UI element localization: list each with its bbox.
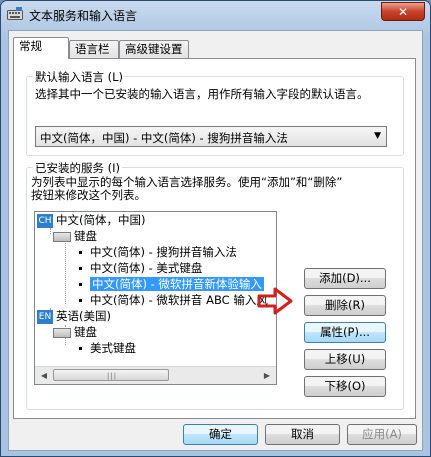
tree-line bbox=[65, 236, 66, 304]
tree-item[interactable]: 中文(简体) - 美式键盘 bbox=[79, 260, 202, 276]
keyboard-icon bbox=[53, 231, 71, 242]
default-language-description: 选择其中一个已安装的输入语言，用作所有输入字段的默认语言。 bbox=[35, 87, 369, 101]
tree-line bbox=[50, 228, 51, 234]
tree-horizontal-scrollbar[interactable]: ◀ ||| ▶ bbox=[35, 366, 276, 384]
dialog-client: 常规 语言栏 高级键设置 默认输入语言 (L) 选择其中一个已安装的输入语言，用… bbox=[8, 30, 423, 451]
scrollbar-thumb[interactable]: ||| bbox=[53, 369, 169, 381]
remove-button[interactable]: 删除(R) bbox=[304, 295, 386, 316]
properties-button[interactable]: 属性(P)... bbox=[304, 322, 386, 343]
ok-button[interactable]: 确定 bbox=[183, 424, 258, 445]
bullet-icon bbox=[79, 347, 82, 350]
tab-general[interactable]: 常规 bbox=[13, 37, 69, 59]
services-tree[interactable]: CH 中文(简体，中国) 键盘 中文(简体) - 搜狗拼音输入法 中文(简体) -… bbox=[34, 211, 277, 385]
tree-keyboard-english-label: 键盘 bbox=[74, 325, 97, 339]
tree-item[interactable]: 中文(简体) - 微软拼音 ABC 输入风 bbox=[79, 292, 268, 308]
tree-item-label: 中文(简体) - 美式键盘 bbox=[90, 261, 203, 275]
bullet-icon bbox=[79, 251, 82, 254]
keyboard-language-icon bbox=[7, 7, 23, 20]
scroll-left-icon[interactable]: ◀ bbox=[36, 368, 52, 383]
tab-advanced-key-settings[interactable]: 高级键设置 bbox=[119, 40, 189, 58]
tree-language-chinese-label: 中文(简体，中国) bbox=[56, 213, 146, 227]
installed-services-description-line2: 按钮来修改这个列表。 bbox=[31, 188, 146, 202]
dialog-window: 文本服务和输入语言 ✕ 常规 语言栏 高级键设置 默认输入语言 (L) 选择其中… bbox=[0, 0, 431, 457]
tree-keyboard-chinese-label: 键盘 bbox=[74, 229, 97, 243]
keyboard-icon bbox=[53, 327, 71, 338]
cancel-button[interactable]: 取消 bbox=[265, 424, 340, 445]
installed-services-group: 已安装的服务 (I) 为列表中显示的每个输入语言选择服务。使用“添加”和“删除”… bbox=[26, 160, 404, 410]
tree-language-english[interactable]: EN 英语(美国) bbox=[37, 308, 111, 324]
tree-item-selected[interactable]: 中文(简体) - 微软拼音新体验输入 bbox=[79, 276, 264, 292]
installed-services-label: 已安装的服务 (I) bbox=[33, 160, 123, 176]
window-title: 文本服务和输入语言 bbox=[29, 9, 138, 23]
bullet-icon bbox=[79, 267, 82, 270]
default-language-label: 默认输入语言 (L) bbox=[33, 69, 126, 85]
bullet-icon bbox=[79, 283, 82, 286]
tree-item-label: 中文(简体) - 搜狗拼音输入法 bbox=[90, 245, 237, 259]
move-up-button[interactable]: 上移(U) bbox=[304, 349, 386, 370]
default-language-group: 默认输入语言 (L) 选择其中一个已安装的输入语言，用作所有输入字段的默认语言。… bbox=[26, 69, 404, 156]
english-language-badge: EN bbox=[37, 309, 53, 324]
tree-keyboard-chinese[interactable]: 键盘 bbox=[53, 228, 97, 244]
tree-item[interactable]: 美式键盘 bbox=[79, 340, 136, 356]
move-down-button[interactable]: 下移(O) bbox=[304, 376, 386, 397]
tree-keyboard-english[interactable]: 键盘 bbox=[53, 324, 97, 340]
red-arrow-icon bbox=[257, 287, 293, 315]
scroll-right-icon[interactable]: ▶ bbox=[259, 368, 275, 383]
close-button[interactable]: ✕ bbox=[381, 2, 425, 21]
add-button[interactable]: 添加(D)... bbox=[304, 268, 386, 289]
installed-services-description-line1: 为列表中显示的每个输入语言选择服务。使用“添加”和“删除” bbox=[31, 175, 343, 189]
apply-button[interactable]: 应用(A) bbox=[347, 424, 417, 445]
tab-language-bar[interactable]: 语言栏 bbox=[69, 40, 119, 58]
dropdown-arrow-icon: ▼ bbox=[374, 131, 381, 141]
tree-language-chinese[interactable]: CH 中文(简体，中国) bbox=[37, 212, 145, 228]
tab-panel-general: 默认输入语言 (L) 选择其中一个已安装的输入语言，用作所有输入字段的默认语言。… bbox=[13, 58, 416, 419]
grip-icon: ||| bbox=[107, 372, 118, 380]
tree-item[interactable]: 中文(简体) - 搜狗拼音输入法 bbox=[79, 244, 237, 260]
default-language-selected: 中文(简体，中国) - 中文(简体) - 搜狗拼音输入法 bbox=[40, 131, 288, 145]
tree-item-label: 中文(简体) - 微软拼音 ABC 输入风 bbox=[90, 293, 268, 307]
tree-item-label: 中文(简体) - 微软拼音新体验输入 bbox=[90, 277, 264, 291]
chinese-language-badge: CH bbox=[37, 213, 53, 228]
title-bar[interactable]: 文本服务和输入语言 ✕ bbox=[1, 1, 430, 29]
bullet-icon bbox=[79, 299, 82, 302]
tree-item-label: 美式键盘 bbox=[90, 341, 136, 355]
default-language-dropdown[interactable]: 中文(简体，中国) - 中文(简体) - 搜狗拼音输入法 ▼ bbox=[35, 126, 387, 147]
tree-language-english-label: 英语(美国) bbox=[56, 309, 111, 323]
